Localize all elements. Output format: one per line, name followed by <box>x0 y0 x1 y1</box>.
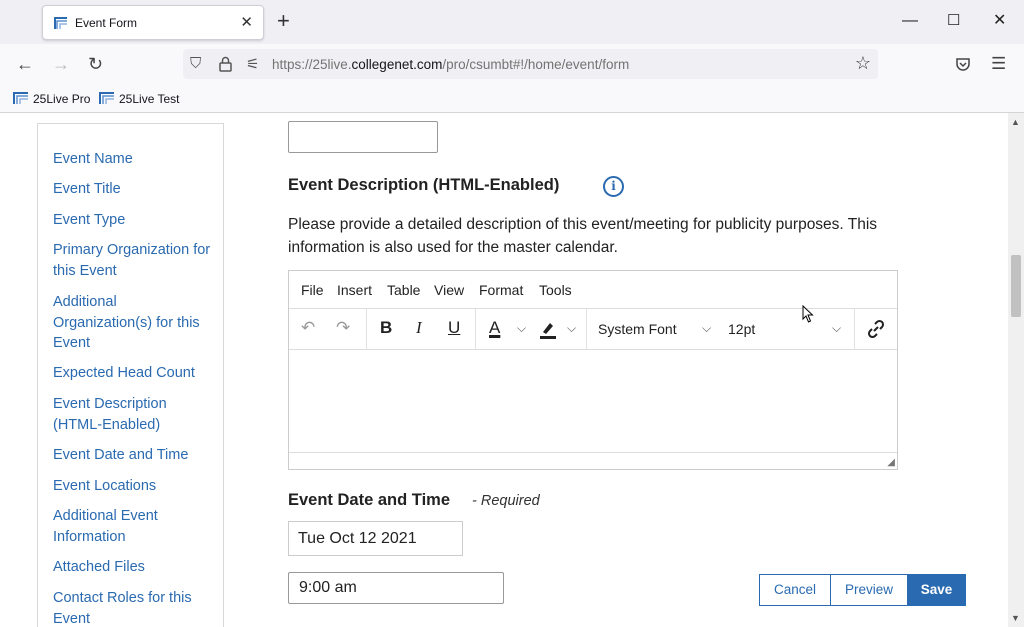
minimize-icon[interactable]: — <box>902 12 918 30</box>
nav-event-date-time[interactable]: Event Date and Time <box>53 445 213 466</box>
nav-expected-head-count[interactable]: Expected Head Count <box>53 363 213 384</box>
link-icon[interactable] <box>866 319 886 339</box>
nav-attached-files[interactable]: Attached Files <box>53 557 213 578</box>
25live-favicon-icon <box>99 92 114 104</box>
shield-icon[interactable]: ⛉ <box>190 55 201 72</box>
time-field[interactable]: 9:00 am <box>288 572 504 604</box>
menu-tools[interactable]: Tools <box>539 282 572 298</box>
rich-text-editor: File Insert Table View Format Tools ↶ ↷ … <box>288 270 898 470</box>
text-color-icon[interactable]: A <box>489 317 500 339</box>
chevron-down-icon[interactable]: ⌵ <box>567 321 576 336</box>
save-button[interactable]: Save <box>907 574 966 606</box>
25live-favicon-icon <box>54 17 67 29</box>
nav-additional-organizations[interactable]: Additional Organization(s) for this Even… <box>53 292 213 354</box>
back-icon[interactable]: ← <box>16 54 34 74</box>
bookmark-25live-test[interactable]: 25Live Test <box>99 91 180 106</box>
nav-contact-roles[interactable]: Contact Roles for this Event <box>53 588 213 627</box>
form-section-nav: Event Name Event Title Event Type Primar… <box>37 123 224 627</box>
scroll-down-icon[interactable]: ▼ <box>1011 613 1020 623</box>
bookmarks-bar: 25Live Pro 25Live Test <box>0 85 1024 113</box>
menu-view[interactable]: View <box>434 282 464 298</box>
font-size-select[interactable]: 12pt <box>728 321 755 337</box>
underline-icon[interactable]: U <box>448 317 460 339</box>
editor-statusbar: ◢ <box>289 452 897 469</box>
event-date-time-title: Event Date and Time <box>288 491 450 509</box>
pocket-icon[interactable] <box>955 56 971 72</box>
required-label: - Required <box>472 493 540 509</box>
navigation-bar: ← → ↻ ⛉ ⚟ https://25live.collegenet.com/… <box>0 44 1024 85</box>
highlight-color-icon[interactable] <box>538 320 558 340</box>
editor-menubar: File Insert Table View Format Tools <box>289 271 897 309</box>
info-icon[interactable]: i <box>603 176 624 197</box>
nav-event-title[interactable]: Event Title <box>53 179 213 200</box>
browser-tab[interactable]: Event Form ✕ <box>42 5 264 40</box>
page-scrollbar[interactable]: ▲ ▼ <box>1008 113 1024 627</box>
chevron-down-icon[interactable]: ⌵ <box>702 321 711 336</box>
bold-icon[interactable]: B <box>380 317 392 339</box>
permissions-icon[interactable]: ⚟ <box>246 55 259 73</box>
head-count-input[interactable] <box>288 121 438 153</box>
reload-icon[interactable]: ↻ <box>88 54 103 74</box>
tab-title: Event Form <box>75 16 138 30</box>
close-tab-icon[interactable]: ✕ <box>240 13 253 31</box>
italic-icon[interactable]: I <box>416 317 422 339</box>
scroll-up-icon[interactable]: ▲ <box>1011 117 1020 127</box>
address-bar[interactable]: ⛉ ⚟ https://25live.collegenet.com/pro/cs… <box>183 49 878 79</box>
maximize-icon[interactable]: ☐ <box>947 12 960 30</box>
bookmark-25live-pro[interactable]: 25Live Pro <box>13 91 90 106</box>
nav-additional-info[interactable]: Additional Event Information <box>53 506 213 547</box>
toolbar-divider <box>586 309 587 349</box>
resize-handle-icon[interactable]: ◢ <box>887 457 895 468</box>
menu-table[interactable]: Table <box>387 282 420 298</box>
toolbar-divider <box>475 309 476 349</box>
menu-format[interactable]: Format <box>479 282 523 298</box>
forward-icon[interactable]: → <box>52 54 70 74</box>
font-family-select[interactable]: System Font <box>598 321 677 337</box>
mouse-cursor-icon <box>802 305 814 323</box>
nav-event-description[interactable]: Event Description (HTML-Enabled) <box>53 394 213 435</box>
toolbar-divider <box>366 309 367 349</box>
menu-file[interactable]: File <box>301 282 324 298</box>
toolbar-divider <box>854 309 855 349</box>
lock-icon[interactable] <box>219 56 232 72</box>
scroll-thumb[interactable] <box>1011 255 1021 317</box>
bookmark-star-icon[interactable]: ☆ <box>855 53 871 74</box>
description-help-text: Please provide a detailed description of… <box>288 216 878 256</box>
nav-event-locations[interactable]: Event Locations <box>53 476 213 497</box>
cancel-button[interactable]: Cancel <box>759 574 831 606</box>
menu-insert[interactable]: Insert <box>337 282 372 298</box>
close-window-icon[interactable]: ✕ <box>993 12 1006 30</box>
menu-icon[interactable]: ☰ <box>991 54 1006 74</box>
chevron-down-icon[interactable]: ⌵ <box>832 321 841 336</box>
event-description-title: Event Description (HTML-Enabled) <box>288 176 560 194</box>
undo-icon[interactable]: ↶ <box>301 317 315 339</box>
nav-event-name[interactable]: Event Name <box>53 149 213 170</box>
nav-event-type[interactable]: Event Type <box>53 210 213 231</box>
preview-button[interactable]: Preview <box>830 574 908 606</box>
nav-primary-organization[interactable]: Primary Organization for this Event <box>53 240 213 281</box>
page-content: Event Name Event Title Event Type Primar… <box>0 113 1008 627</box>
tab-bar: Event Form ✕ + — ☐ ✕ <box>0 0 1024 44</box>
new-tab-icon[interactable]: + <box>277 9 290 33</box>
date-field[interactable]: Tue Oct 12 2021 <box>288 521 463 556</box>
25live-favicon-icon <box>13 92 28 104</box>
editor-content-area[interactable] <box>289 350 897 453</box>
url-text: https://25live.collegenet.com/pro/csumbt… <box>272 57 630 72</box>
redo-icon[interactable]: ↷ <box>336 317 350 339</box>
chevron-down-icon[interactable]: ⌵ <box>517 321 526 336</box>
